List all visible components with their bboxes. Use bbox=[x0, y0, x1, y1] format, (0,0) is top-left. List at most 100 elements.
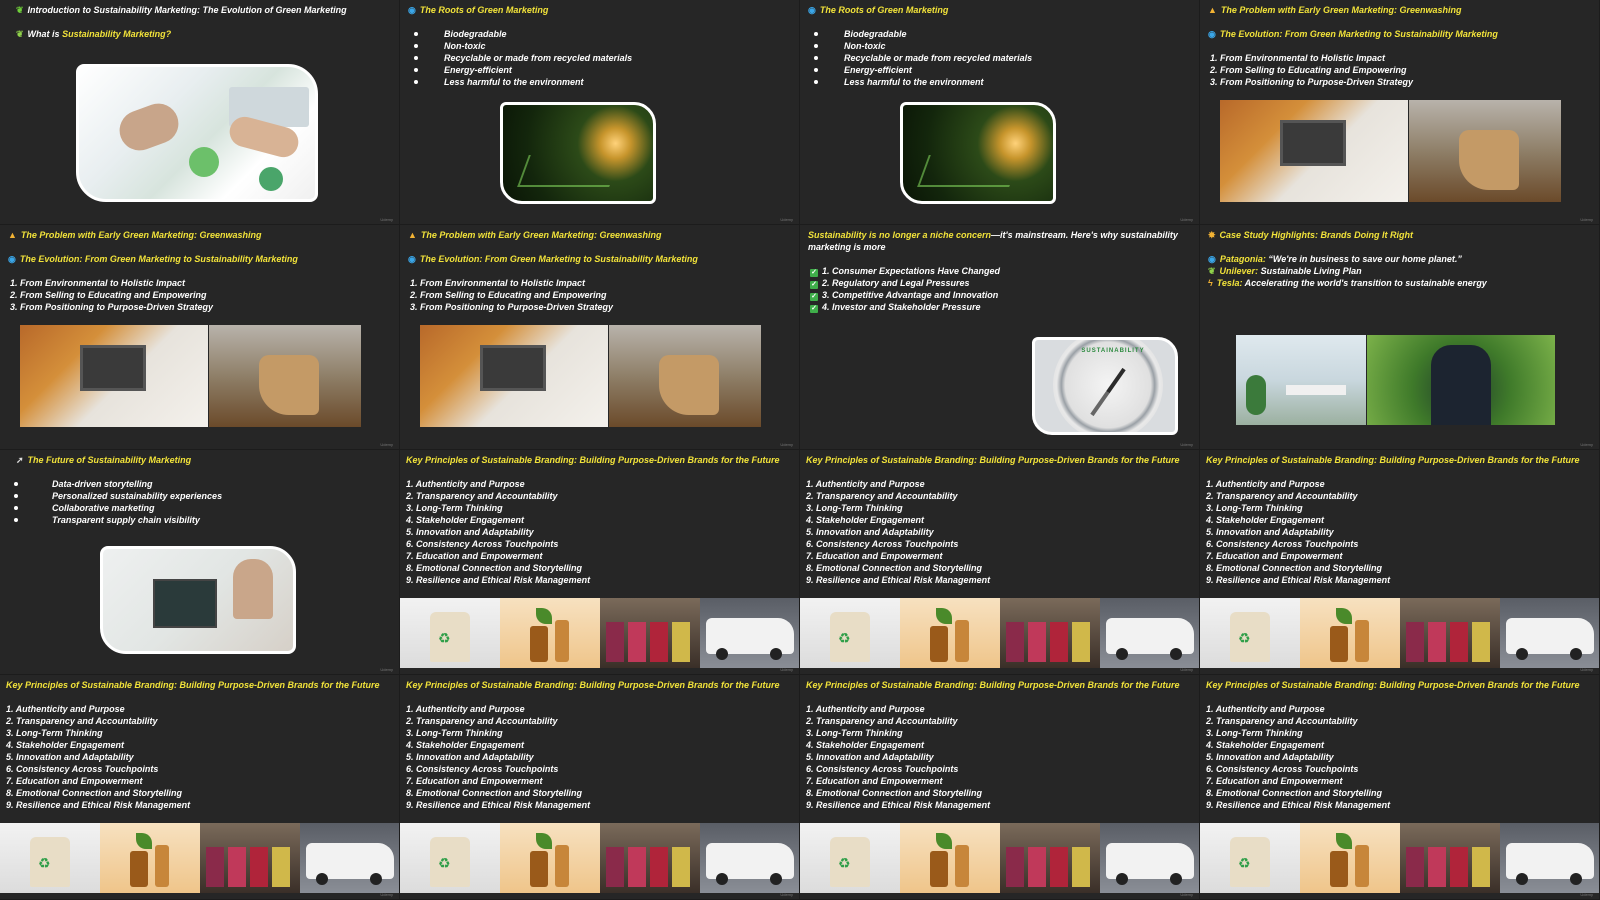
slide-subtitle: ◉ The Evolution: From Green Marketing to … bbox=[1208, 29, 1498, 39]
suede-boot-image bbox=[209, 325, 361, 427]
slide-16[interactable]: Key Principles of Sustainable Branding: … bbox=[1200, 675, 1600, 900]
case-item-tesla: ϟ Tesla: Accelerating the world's transit… bbox=[1208, 278, 1487, 288]
slide-11[interactable]: Key Principles of Sustainable Branding: … bbox=[800, 450, 1200, 675]
list-item: Non-toxic bbox=[844, 41, 886, 51]
slide-title: Key Principles of Sustainable Branding: … bbox=[1206, 680, 1580, 690]
bullet bbox=[14, 494, 18, 498]
recycle-icon: ♻ bbox=[438, 855, 451, 871]
slide-8[interactable]: ✸ Case Study Highlights: Brands Doing It … bbox=[1200, 225, 1600, 450]
list-item: 6. Consistency Across Touchpoints bbox=[1206, 539, 1359, 549]
watermark: Udemy bbox=[1180, 217, 1193, 222]
lightbulb-plants-image bbox=[900, 102, 1056, 204]
list-item: ✓ 1. Consumer Expectations Have Changed bbox=[810, 266, 1001, 277]
slide-subtitle: ◉ The Evolution: From Green Marketing to … bbox=[408, 254, 698, 264]
slide-7[interactable]: Sustainability is no longer a niche conc… bbox=[800, 225, 1200, 450]
watermark: Udemy bbox=[1180, 667, 1193, 672]
recycle-icon: ♻ bbox=[1238, 855, 1251, 871]
slide-title: Key Principles of Sustainable Branding: … bbox=[806, 455, 1180, 465]
bullet bbox=[414, 80, 418, 84]
watermark: Udemy bbox=[1580, 442, 1593, 447]
slide-title: ◉ The Roots of Green Marketing bbox=[408, 5, 549, 15]
list-item: Less harmful to the environment bbox=[444, 77, 584, 87]
rocket-icon: ➚ bbox=[16, 455, 24, 465]
list-item: 1. From Environmental to Holistic Impact bbox=[410, 278, 586, 288]
list-item: ✓ 2. Regulatory and Legal Pressures bbox=[810, 278, 970, 289]
slide-10[interactable]: Key Principles of Sustainable Branding: … bbox=[400, 450, 800, 675]
slide-title: ❦ Introduction to Sustainability Marketin… bbox=[16, 5, 347, 15]
candle-jars-image bbox=[1000, 823, 1100, 893]
list-item: 5. Innovation and Adaptability bbox=[406, 527, 534, 537]
product-image-strip: ♻ bbox=[1200, 598, 1599, 668]
product-image-strip: ♻ bbox=[400, 823, 799, 893]
slide-15[interactable]: Key Principles of Sustainable Branding: … bbox=[800, 675, 1200, 900]
slide-title: Key Principles of Sustainable Branding: … bbox=[1206, 455, 1580, 465]
recycle-bag-image: ♻ bbox=[400, 823, 500, 893]
list-item: 2. Transparency and Accountability bbox=[406, 491, 558, 501]
delivery-van-image bbox=[700, 598, 799, 668]
watermark: Udemy bbox=[380, 892, 393, 897]
watermark: Udemy bbox=[1580, 667, 1593, 672]
amber-bottles-image bbox=[500, 598, 600, 668]
bullet bbox=[814, 32, 818, 36]
delivery-van-image bbox=[1500, 823, 1599, 893]
warning-icon: ▲ bbox=[8, 230, 17, 240]
list-item: 5. Innovation and Adaptability bbox=[406, 752, 534, 762]
leaf-icon: ❦ bbox=[1208, 266, 1216, 276]
slide-4[interactable]: ▲ The Problem with Early Green Marketing:… bbox=[1200, 0, 1600, 225]
list-item: 6. Consistency Across Touchpoints bbox=[806, 764, 959, 774]
list-item: 3. From Positioning to Purpose-Driven St… bbox=[10, 302, 214, 312]
amber-bottles-image bbox=[1300, 823, 1400, 893]
slide-1[interactable]: ❦ Introduction to Sustainability Marketin… bbox=[0, 0, 400, 225]
list-item: 8. Emotional Connection and Storytelling bbox=[1206, 563, 1383, 573]
amber-bottles-image bbox=[1300, 598, 1400, 668]
list-item: 6. Consistency Across Touchpoints bbox=[406, 764, 559, 774]
slide-5[interactable]: ▲ The Problem with Early Green Marketing:… bbox=[0, 225, 400, 450]
list-item: 2. From Selling to Educating and Empower… bbox=[410, 290, 607, 300]
product-image-strip: ♻ bbox=[800, 823, 1199, 893]
list-item: Recyclable or made from recycled materia… bbox=[444, 53, 633, 63]
slide-13[interactable]: Key Principles of Sustainable Branding: … bbox=[0, 675, 400, 900]
list-item: 7. Education and Empowerment bbox=[806, 776, 943, 786]
list-item: 9. Resilience and Ethical Risk Managemen… bbox=[806, 575, 991, 585]
watermark: Udemy bbox=[380, 442, 393, 447]
list-item: Transparent supply chain visibility bbox=[52, 515, 200, 525]
watermark: Udemy bbox=[1580, 892, 1593, 897]
slide-3[interactable]: ◉ The Roots of Green Marketing Biodegrada… bbox=[800, 0, 1200, 225]
slide-6[interactable]: ▲ The Problem with Early Green Marketing:… bbox=[400, 225, 800, 450]
globe-icon: ◉ bbox=[1208, 254, 1216, 264]
product-image-strip: ♻ bbox=[1200, 823, 1599, 893]
globe-icon: ◉ bbox=[408, 254, 416, 264]
list-item: 1. From Environmental to Holistic Impact bbox=[10, 278, 186, 288]
recycle-bag-image: ♻ bbox=[1200, 823, 1300, 893]
list-item: 1. Authenticity and Purpose bbox=[406, 704, 525, 714]
sustainability-compass-image: SUSTAINABILITY bbox=[1032, 337, 1178, 435]
delivery-van-image bbox=[1100, 598, 1199, 668]
slide-12[interactable]: Key Principles of Sustainable Branding: … bbox=[1200, 450, 1600, 675]
list-item: 7. Education and Empowerment bbox=[1206, 551, 1343, 561]
list-item: Energy-efficient bbox=[444, 65, 512, 75]
slide-9[interactable]: ➚ The Future of Sustainability Marketing … bbox=[0, 450, 400, 675]
sparkle-icon: ✸ bbox=[1208, 230, 1216, 240]
recycle-icon: ♻ bbox=[838, 855, 851, 871]
slide-intro: Sustainability is no longer a niche conc… bbox=[808, 230, 1178, 240]
laptop-image bbox=[420, 325, 608, 427]
list-item: 5. Innovation and Adaptability bbox=[6, 752, 134, 762]
list-item: 8. Emotional Connection and Storytelling bbox=[6, 788, 183, 798]
list-item: 9. Resilience and Ethical Risk Managemen… bbox=[1206, 575, 1391, 585]
list-item: Collaborative marketing bbox=[52, 503, 155, 513]
slide-14[interactable]: Key Principles of Sustainable Branding: … bbox=[400, 675, 800, 900]
product-image-strip: ♻ bbox=[0, 823, 399, 893]
list-item: 4. Stakeholder Engagement bbox=[6, 740, 125, 750]
checkmark-icon: ✓ bbox=[810, 305, 818, 313]
suede-boot-image bbox=[1409, 100, 1561, 202]
slide-title: ◉ The Roots of Green Marketing bbox=[808, 5, 949, 15]
list-item: Biodegradable bbox=[444, 29, 507, 39]
slide-2[interactable]: ◉ The Roots of Green Marketing Biodegrada… bbox=[400, 0, 800, 225]
list-item: 2. Transparency and Accountability bbox=[806, 716, 958, 726]
delivery-van-image bbox=[300, 823, 399, 893]
compass-label: SUSTAINABILITY bbox=[1081, 348, 1145, 354]
list-item: 8. Emotional Connection and Storytelling bbox=[406, 788, 583, 798]
list-item: 5. Innovation and Adaptability bbox=[1206, 527, 1334, 537]
watermark: Udemy bbox=[780, 892, 793, 897]
list-item: 9. Resilience and Ethical Risk Managemen… bbox=[6, 800, 191, 810]
